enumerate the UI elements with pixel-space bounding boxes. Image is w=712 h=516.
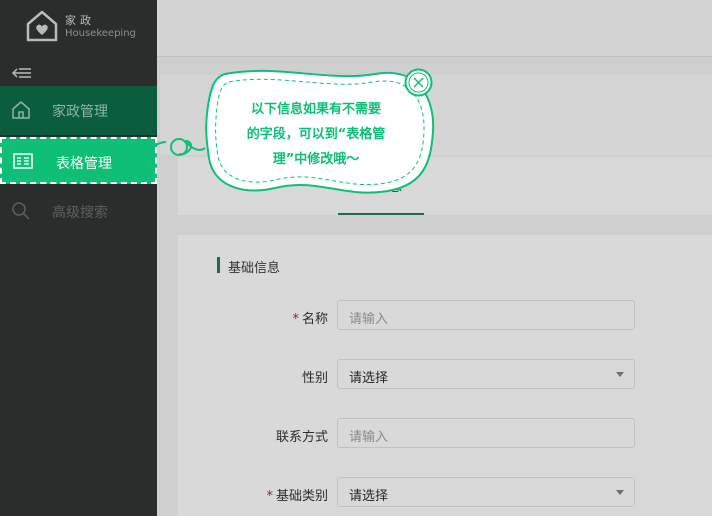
tooltip-line: 的字段，可以到“表格管 — [246, 127, 386, 142]
contact-input-placeholder: 请输入 — [349, 430, 389, 445]
name-input[interactable]: 请输入 — [337, 300, 635, 330]
sidebar-item-advanced-search[interactable]: 高级搜索 — [0, 187, 157, 236]
category-select-value: 请选择 — [349, 489, 389, 504]
sidebar-item-housekeeping[interactable]: 家政管理 — [0, 86, 157, 135]
required-mark: * — [266, 489, 273, 504]
sidebar-item-label: 表格管理 — [56, 156, 112, 172]
section-marker — [217, 257, 220, 273]
tooltip-message: 以下信息如果有不需要 的字段，可以到“表格管 理”中修改哦～ — [218, 97, 414, 172]
contact-input[interactable]: 请输入 — [337, 418, 635, 448]
table-icon — [12, 151, 34, 173]
brand-subtitle: Housekeeping — [65, 28, 136, 39]
home-icon — [10, 99, 32, 121]
tooltip-line: 理”中修改哦～ — [272, 152, 360, 167]
category-select[interactable]: 请选择 — [337, 477, 635, 507]
gender-select-value: 请选择 — [349, 371, 389, 386]
basic-info-form: 基础信息 * 名称 请输入 性别 请选择 联系方式 请输入 * 基础类别 请选择 — [178, 235, 712, 516]
name-input-placeholder: 请输入 — [349, 312, 389, 327]
close-icon — [404, 68, 433, 97]
sidebar-item-label: 家政管理 — [52, 104, 108, 120]
section-title: 基础信息 — [228, 261, 281, 276]
required-mark: * — [292, 312, 299, 327]
tooltip-line: 以下信息如果有不需要 — [250, 102, 381, 117]
house-heart-icon — [26, 10, 58, 42]
pointer-arrow-icon — [141, 141, 167, 160]
brand-title: 家政 — [65, 14, 95, 27]
field-label-gender: 性别 — [301, 371, 328, 386]
field-label-contact: 联系方式 — [275, 430, 328, 445]
sidebar-item-table-management[interactable]: 表格管理 — [0, 137, 157, 184]
gender-select[interactable]: 请选择 — [337, 359, 635, 389]
sidebar-item-label: 高级搜索 — [52, 205, 108, 221]
top-header — [157, 0, 712, 57]
collapse-menu-icon[interactable] — [11, 66, 33, 82]
field-label-category: * 基础类别 — [266, 489, 328, 504]
search-icon — [10, 200, 32, 222]
tooltip-close-button[interactable] — [404, 68, 433, 97]
caret-down-icon — [616, 372, 624, 377]
tab-active-indicator — [338, 213, 424, 215]
brand-logo: 家政 Housekeeping — [26, 9, 136, 45]
caret-down-icon — [616, 490, 624, 495]
sidebar: 家政 Housekeeping 家政管理 表格管理 高级搜索 — [0, 0, 157, 516]
field-label-name: * 名称 — [292, 312, 328, 327]
